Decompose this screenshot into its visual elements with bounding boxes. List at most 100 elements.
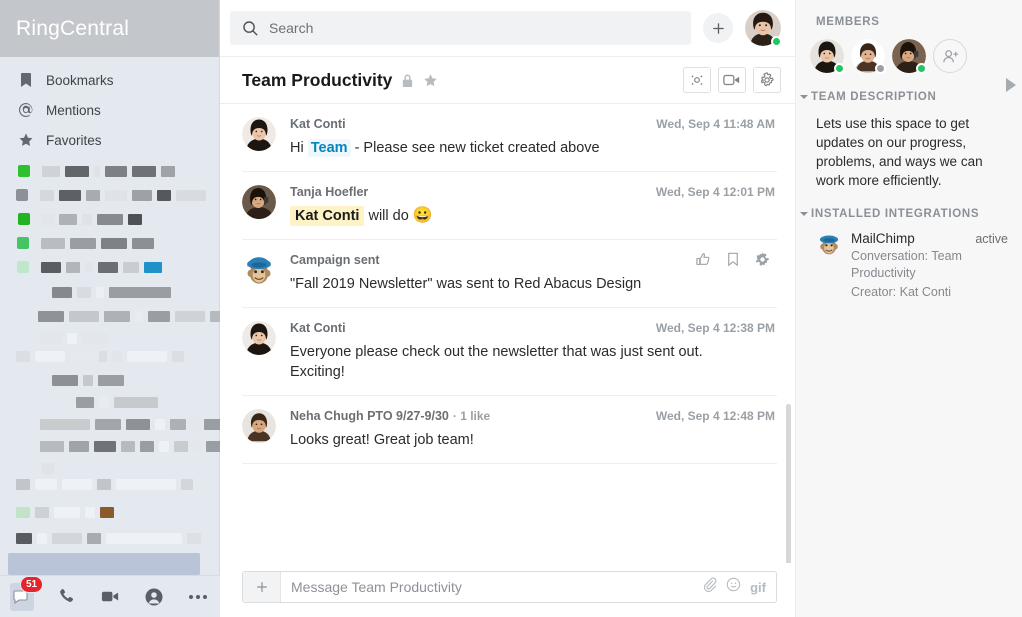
collapse-panel-button[interactable] [1006,78,1016,92]
mention-team[interactable]: Team [307,139,351,157]
avatar[interactable] [242,321,276,355]
message-header: Kat Conti Wed, Sep 4 11:48 AM [290,117,775,131]
settings-button[interactable] [753,67,781,93]
message-text-part: - Please see new ticket created above [350,140,600,156]
avatar[interactable] [242,253,276,287]
members-heading-label: MEMBERS [816,16,880,28]
brand-logo: RingCentral [16,16,130,40]
plus-icon [256,582,267,592]
plus-icon [712,22,724,34]
message-item: Neha Chugh PTO 9/27-9/30 · 1 like Wed, S… [242,396,777,464]
bottom-nav-phone[interactable] [54,583,78,611]
new-action-button[interactable] [703,13,733,43]
header-actions [683,67,781,93]
message-body: Neha Chugh PTO 9/27-9/30 · 1 like Wed, S… [290,409,775,450]
emoji-button[interactable] [726,577,741,597]
integration-creator: Creator: Kat Conti [851,285,952,299]
sidebar-item-bookmarks[interactable]: Bookmarks [0,65,219,95]
message-text: Everyone please check out the newsletter… [290,344,703,380]
message-composer: Message Team Productivity gif [242,571,777,603]
avatar[interactable] [242,409,276,443]
star-icon [19,133,33,146]
video-camera-icon [723,74,740,86]
current-user-avatar[interactable] [745,10,782,47]
add-member-button[interactable] [933,39,967,73]
message-settings-button[interactable] [754,251,771,273]
message-list[interactable]: Kat Conti Wed, Sep 4 11:48 AM Hi Team - … [220,104,795,563]
bottom-nav-contacts[interactable] [142,583,166,611]
sidebar: RingCentral Bookmarks Mentions Favorites [0,0,234,617]
top-bar: Search [220,0,795,57]
video-call-button[interactable] [718,67,746,93]
add-person-icon [942,49,958,62]
avatar[interactable] [242,185,276,219]
message-item: Tanja Hoefler Wed, Sep 4 12:01 PM Kat Co… [242,172,777,240]
member-avatar[interactable] [851,39,886,74]
message-text: Looks great! Great job team! [290,432,474,448]
chevron-down-icon [800,212,808,216]
composer-add-button[interactable] [243,572,281,602]
message-item: Kat Conti Wed, Sep 4 12:38 PM Everyone p… [242,308,777,396]
presence-dot [771,36,782,47]
avatar-image [242,321,276,355]
gif-button[interactable]: gif [750,580,766,595]
message-author[interactable]: Tanja Hoefler [290,185,368,199]
like-count[interactable]: · 1 like [453,409,490,423]
message-author[interactable]: Kat Conti [290,321,346,335]
member-avatar[interactable] [892,39,927,74]
members-heading: MEMBERS [810,16,1008,28]
bottom-nav: 51 [0,575,220,617]
search-icon [243,20,258,36]
message-scrollbar[interactable] [786,404,791,563]
bookmark-button[interactable] [725,251,741,273]
paperclip-icon [703,577,717,593]
message-input[interactable]: Message Team Productivity [281,572,702,602]
scrollbar-thumb[interactable] [786,404,791,563]
integration-name: MailChimp [851,231,915,246]
share-button[interactable] [683,67,711,93]
message-text: Hi Team - Please see new ticket created … [290,138,775,158]
avatar[interactable] [242,117,276,151]
sidebar-item-label: Mentions [46,102,101,118]
star-icon[interactable] [423,73,438,88]
message-author[interactable]: Neha Chugh PTO 9/27-9/30 [290,409,449,423]
mailchimp-avatar-icon [242,253,276,287]
share-nodes-icon [691,75,703,85]
team-description-heading[interactable]: TEAM DESCRIPTION [800,91,1008,103]
bookmark-icon [21,73,31,87]
smiley-icon [726,577,741,592]
attach-file-button[interactable] [702,577,717,597]
mention-self[interactable]: Kat Conti [290,206,365,226]
sidebar-item-favorites[interactable]: Favorites [0,125,219,155]
composer-icons: gif [702,572,776,602]
lock-icon [403,73,413,87]
unread-badge: 51 [20,575,44,593]
sidebar-nav: Bookmarks Mentions Favorites [0,57,219,155]
sidebar-item-mentions[interactable]: Mentions [0,95,219,125]
bookmark-icon [728,252,738,267]
search-input[interactable]: Search [230,11,691,45]
member-avatar[interactable] [810,39,845,74]
search-placeholder: Search [269,20,314,36]
bottom-nav-more[interactable] [186,583,210,611]
app-window: RingCentral Bookmarks Mentions Favorites [0,0,1022,617]
message-text-part: Hi [290,140,308,156]
message-author[interactable]: Kat Conti [290,117,346,131]
thumbs-up-icon [696,253,710,265]
like-button[interactable] [695,251,712,273]
sidebar-item-label: Favorites [46,132,102,148]
integration-conversation: Conversation: Team Productivity [851,249,962,280]
integration-item[interactable]: MailChimp active Conversation: Team Prod… [810,231,1008,301]
integrations-heading[interactable]: INSTALLED INTEGRATIONS [800,208,1008,220]
message-timestamp: Wed, Sep 4 11:48 AM [656,117,775,131]
message-text: "Fall 2019 Newsletter" was sent to Red A… [290,276,642,292]
conversation-list-redacted[interactable] [0,161,234,586]
bottom-nav-messages[interactable]: 51 [10,575,44,611]
message-header: Tanja Hoefler Wed, Sep 4 12:01 PM [290,185,775,199]
message-text: Kat Conti will do 😀 [290,206,775,226]
message-item: Campaign sent "Fall 2019 Newsletter" was… [242,240,777,308]
at-icon [19,103,33,117]
sidebar-item-label: Bookmarks [46,72,114,88]
bottom-nav-video[interactable] [98,583,122,611]
video-camera-icon [101,591,118,602]
